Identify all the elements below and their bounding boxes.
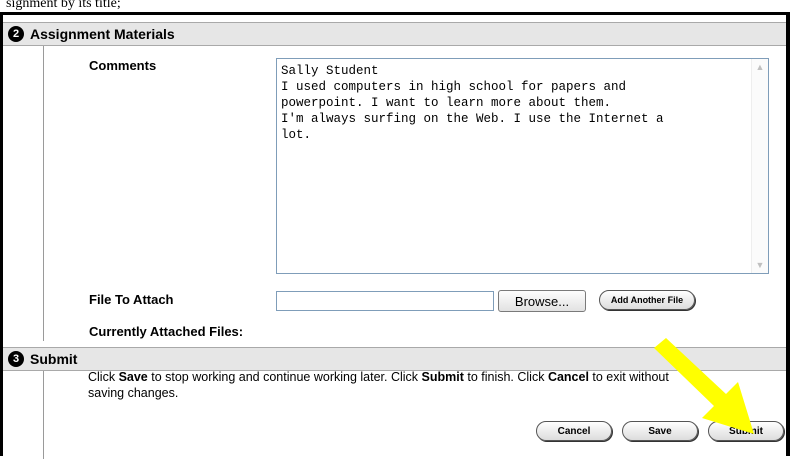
instruction-text: to finish. Click [463,370,548,384]
submit-section-title: Submit [30,351,78,367]
instruction-text: saving changes. [88,386,179,400]
browse-button[interactable]: Browse... [498,290,586,312]
comments-label: Comments [89,58,157,73]
instruction-text: to stop working and continue working lat… [147,370,422,384]
section-divider-line [43,371,44,459]
page-top-text: signment by its title; [6,0,121,11]
highlight-arrow-icon [654,338,754,434]
assignment-materials-header: 2 Assignment Materials [3,22,786,46]
scroll-down-icon[interactable]: ▼ [754,259,766,271]
section-divider-line [43,46,44,341]
step-3-badge: 3 [8,351,24,367]
comments-textarea[interactable]: Sally Student I used computers in high s… [276,58,769,274]
assignment-materials-title: Assignment Materials [30,26,175,42]
scroll-up-icon[interactable]: ▲ [754,61,766,73]
instruction-text: Click [88,370,119,384]
add-another-file-button[interactable]: Add Another File [599,290,695,310]
file-attach-label: File To Attach [89,292,174,307]
comments-scrollbar[interactable]: ▲ ▼ [751,59,768,273]
step-2-badge: 2 [8,26,24,42]
instruction-cancel-keyword: Cancel [547,370,589,384]
cancel-button[interactable]: Cancel [536,421,612,441]
instruction-save-keyword: Save [118,370,148,384]
instruction-submit-keyword: Submit [421,370,464,384]
comments-text: Sally Student I used computers in high s… [281,64,664,142]
file-path-input[interactable] [276,291,494,311]
currently-attached-files-label: Currently Attached Files: [89,324,244,339]
